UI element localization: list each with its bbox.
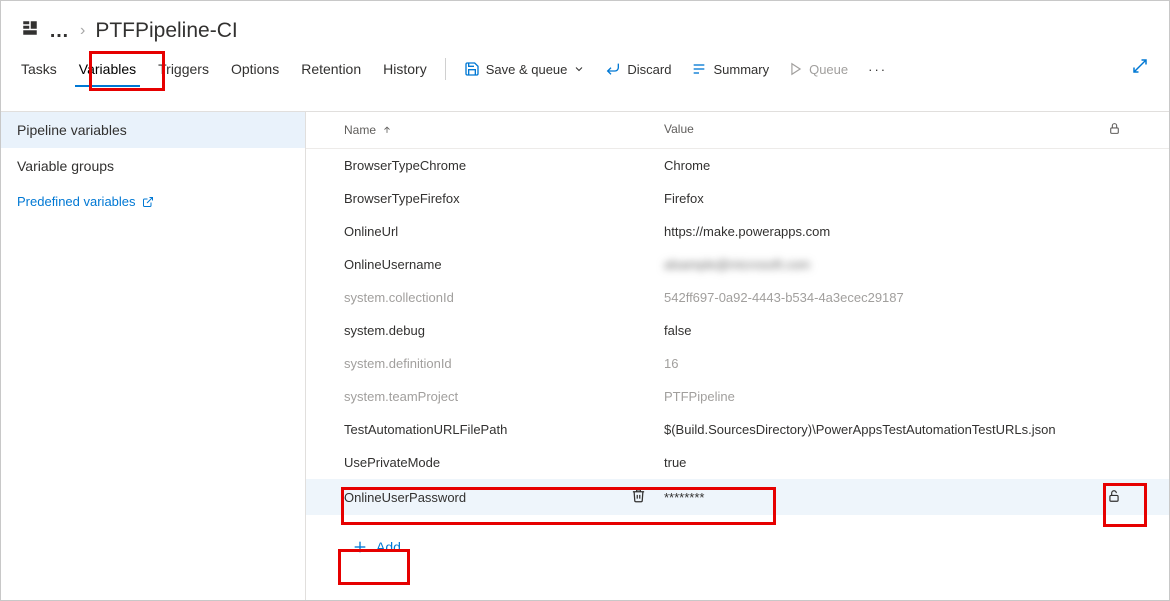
variable-value[interactable]: Chrome [664,158,1089,173]
chevron-right-icon: › [80,22,85,40]
sidebar-link-predefined[interactable]: Predefined variables [1,184,305,219]
queue-button: Queue [789,62,848,83]
variable-value[interactable]: false [664,323,1089,338]
predefined-label: Predefined variables [17,194,136,209]
sidebar: Pipeline variables Variable groups Prede… [1,112,306,600]
variable-name[interactable]: system.definitionId [344,356,452,371]
fullscreen-button[interactable] [1131,57,1149,78]
table-row[interactable]: system.definitionId 16 [306,347,1169,380]
variable-name[interactable]: OnlineUrl [344,224,398,239]
variable-name[interactable]: BrowserTypeFirefox [344,191,460,206]
tab-tasks[interactable]: Tasks [21,57,57,87]
tab-options[interactable]: Options [231,57,279,87]
column-header-name[interactable]: Name [344,122,664,138]
separator [445,58,446,80]
variable-value: PTFPipeline [664,389,1089,404]
lock-icon [1108,122,1121,135]
variable-name[interactable]: UsePrivateMode [344,455,440,470]
chevron-down-icon [573,63,585,75]
toolbar: Tasks Variables Triggers Options Retenti… [1,43,1169,87]
variable-name[interactable]: system.teamProject [344,389,458,404]
queue-label: Queue [809,62,848,77]
sort-ascending-icon [382,125,392,135]
tab-retention[interactable]: Retention [301,57,361,87]
variable-value[interactable]: $(Build.SourcesDirectory)\PowerAppsTestA… [664,422,1089,437]
add-label: Add [376,539,401,555]
tab-variables[interactable]: Variables [79,57,136,87]
discard-label: Discard [627,62,671,77]
variable-name[interactable]: system.debug [344,323,425,338]
variable-name[interactable]: OnlineUsername [344,257,442,272]
variable-name[interactable]: OnlineUserPassword [344,490,466,505]
variables-table: Name Value BrowserTypeChromeChromeBrowse… [306,112,1169,600]
table-row[interactable]: BrowserTypeChrome Chrome [306,149,1169,182]
variable-value: 542ff697-0a92-4443-b534-4a3ecec29187 [664,290,1089,305]
table-row[interactable]: OnlineUrl https://make.powerapps.com [306,215,1169,248]
table-row[interactable]: TestAutomationURLFilePath $(Build.Sources… [306,413,1169,446]
ellipsis-icon: ··· [868,62,887,77]
summary-button[interactable]: Summary [691,61,769,83]
variable-name[interactable]: BrowserTypeChrome [344,158,466,173]
save-queue-label: Save & queue [486,62,568,77]
table-row[interactable]: BrowserTypeFirefox Firefox [306,182,1169,215]
page-title[interactable]: PTFPipeline-CI [95,19,237,43]
summary-label: Summary [713,62,769,77]
app-frame: { "breadcrumb": { "ellipsis": "…", "titl… [0,0,1170,601]
add-variable-button[interactable]: Add [344,533,415,561]
discard-button[interactable]: Discard [605,61,671,83]
more-actions-button[interactable]: ··· [868,62,887,83]
table-row[interactable]: UsePrivateMode true [306,446,1169,479]
variable-name[interactable]: TestAutomationURLFilePath [344,422,507,437]
table-row[interactable]: system.debug false [306,314,1169,347]
sidebar-item-variable-groups[interactable]: Variable groups [1,148,305,184]
external-link-icon [142,196,154,208]
variable-value[interactable]: alsample@microsoft.com [664,257,1089,272]
column-header-value[interactable]: Value [664,122,1089,138]
variable-value[interactable]: ******** [664,490,1089,505]
save-queue-button[interactable]: Save & queue [464,61,586,83]
breadcrumb: … › PTFPipeline-CI [21,19,1149,43]
variable-value: 16 [664,356,1089,371]
tab-history[interactable]: History [383,57,427,87]
delete-icon[interactable] [631,488,646,506]
tab-bar: Tasks Variables Triggers Options Retenti… [21,57,427,87]
lock-toggle[interactable] [1089,489,1139,506]
variable-value[interactable]: https://make.powerapps.com [664,224,1089,239]
variable-value[interactable]: Firefox [664,191,1089,206]
main-area: Pipeline variables Variable groups Prede… [1,111,1169,600]
plus-icon [352,539,368,555]
project-icon[interactable] [21,19,39,43]
tab-triggers[interactable]: Triggers [158,57,209,87]
table-header: Name Value [306,112,1169,149]
table-row[interactable]: OnlineUserPassword ******** [306,479,1169,515]
variable-value[interactable]: true [664,455,1089,470]
variable-name[interactable]: system.collectionId [344,290,454,305]
table-row[interactable]: system.collectionId 542ff697-0a92-4443-b5… [306,281,1169,314]
table-row[interactable]: system.teamProject PTFPipeline [306,380,1169,413]
table-row[interactable]: OnlineUsername alsample@microsoft.com [306,248,1169,281]
column-header-lock [1089,122,1139,138]
column-name-label: Name [344,123,376,137]
sidebar-item-pipeline-variables[interactable]: Pipeline variables [1,112,305,148]
breadcrumb-ellipsis[interactable]: … [49,20,70,43]
header: … › PTFPipeline-CI [1,1,1169,43]
